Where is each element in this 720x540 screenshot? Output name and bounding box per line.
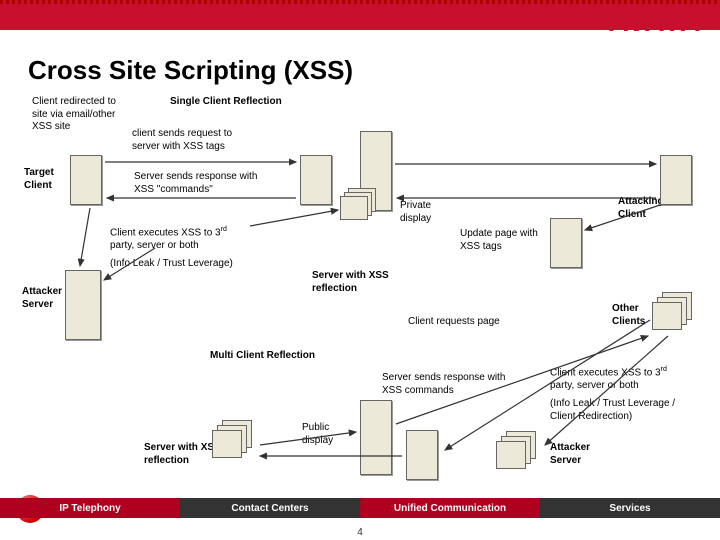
label-server-sends-response: Server sends response with XSS "commands… (134, 171, 274, 196)
box3-attacker-server-right (496, 431, 542, 471)
label-public-display: Public display (302, 422, 352, 447)
bottombar-contact-centers: Contact Centers (180, 498, 360, 518)
box-attacking-client (660, 155, 692, 205)
box-attacking-client-mid (550, 218, 582, 268)
label-target-client: Target Client (24, 167, 64, 192)
label-single-client-reflection: Single Client Reflection (170, 96, 282, 109)
label-server-sends-response2: Server sends response with XSS commands (382, 372, 512, 397)
box-server-left (300, 155, 332, 205)
label-info-leak: (Info Leak / Trust Leverage) (110, 258, 233, 271)
label-multi-client-reflection: Multi Client Reflection (210, 350, 315, 363)
bottombar-ip-telephony: IP Telephony (0, 498, 180, 518)
label-client-sends-request: client sends request to server with XSS … (132, 128, 252, 153)
label-private-display: Private display (400, 200, 450, 225)
label-client-requests-page: Client requests page (408, 316, 500, 329)
box3-private-display (340, 188, 380, 220)
label-client-redirected: Client redirected to site via email/othe… (32, 96, 132, 134)
box-target-client (70, 155, 102, 205)
box3-other-clients (652, 292, 698, 332)
box-attacker-server-left (65, 270, 101, 340)
box-pub-server (360, 400, 392, 475)
page-title: Cross Site Scripting (XSS) (28, 55, 353, 86)
bottom-bar: IP Telephony Contact Centers Unified Com… (0, 498, 720, 518)
box-pub-server2 (406, 430, 438, 480)
label-attacker-server2: Attacker Server (550, 442, 610, 467)
bottombar-services: Services (540, 498, 720, 518)
label-server-xss-reflection: Server with XSS reflection (312, 270, 392, 295)
page-number: 4 (0, 527, 720, 538)
box3-server-xss-bottom (212, 420, 258, 460)
label-update-page: Update page with XSS tags (460, 228, 550, 253)
label-client-executes-xss: Client executes XSS to 3rd party, server… (110, 226, 250, 252)
label-info-leak2: (Info Leak / Trust Leverage / Client Red… (550, 398, 700, 423)
avaya-logo: AVAYA (610, 6, 702, 38)
label-client-executes-xss2: Client executes XSS to 3rd party, server… (550, 366, 690, 392)
bottombar-unified-communication: Unified Communication (360, 498, 540, 518)
